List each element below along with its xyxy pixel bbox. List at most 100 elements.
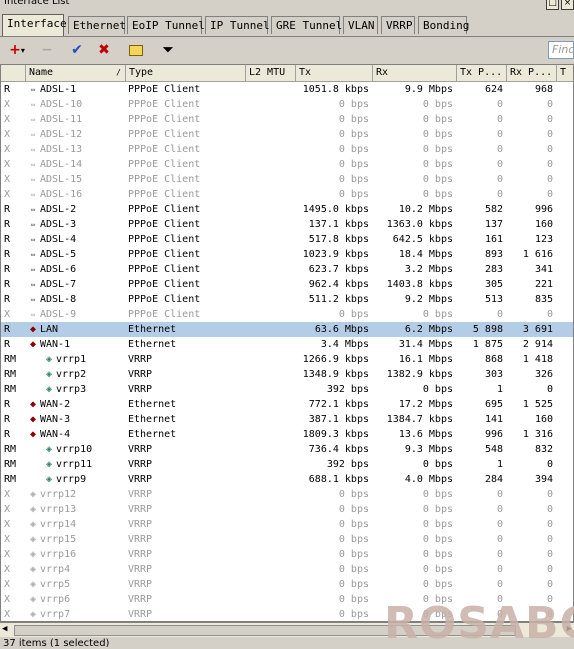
table-row[interactable]: R ◆ WAN-2 Ethernet 772.1 kbps 17.2 Mbps 695 1 5… xyxy=(1,397,573,412)
table-row[interactable]: X ◈ vrrp13 VRRP 0 bps 0 bps 0 0 xyxy=(1,502,573,517)
window-titlebar: Interface List □ × xyxy=(0,0,574,12)
table-row[interactable]: RM ◈ vrrp3 VRRP 392 bps 0 bps 1 0 xyxy=(1,382,573,397)
tab-gre-tunnel[interactable]: GRE Tunnel xyxy=(271,16,342,34)
table-row[interactable]: X ◈ vrrp12 VRRP 0 bps 0 bps 0 0 xyxy=(1,487,573,502)
enable-button[interactable]: ✔ xyxy=(66,39,88,61)
col-l2mtu[interactable]: L2 MTU xyxy=(246,65,296,81)
table-row[interactable]: RM ◈ vrrp11 VRRP 392 bps 0 bps 1 0 xyxy=(1,457,573,472)
table-row[interactable]: R ◆ LAN Ethernet 63.6 Mbps 6.2 Mbps 5 898 3 691 xyxy=(1,322,573,337)
table-row[interactable]: X ◈ vrrp5 VRRP 0 bps 0 bps 0 0 xyxy=(1,577,573,592)
cell-tx: 0 bps xyxy=(338,609,369,620)
table-row[interactable]: R ⇔ ADSL-2 PPPoE Client 1495.0 kbps 10.2 Mbps… xyxy=(1,202,573,217)
cell-tx: 962.4 kbps xyxy=(308,279,369,290)
table-row[interactable]: RM ◈ vrrp1 VRRP 1266.9 kbps 16.1 Mbps 868 1 418 xyxy=(1,352,573,367)
horizontal-scrollbar[interactable]: ◀ ▶ xyxy=(0,622,574,637)
tab-ethernet[interactable]: Ethernet xyxy=(68,16,126,34)
cell-txp: 305 xyxy=(484,279,503,290)
col-type[interactable]: Type xyxy=(126,65,246,81)
table-row[interactable]: R ⇔ ADSL-7 PPPoE Client 962.4 kbps 1403.8 kbp… xyxy=(1,277,573,292)
maximize-icon[interactable]: □ xyxy=(546,0,559,10)
table-row[interactable]: R ⇔ ADSL-3 PPPoE Client 137.1 kbps 1363.0 kbp… xyxy=(1,217,573,232)
col-rx-packets[interactable]: Rx P... xyxy=(507,65,557,81)
cell-flag: X xyxy=(4,114,11,125)
cell-txp: 284 xyxy=(484,474,503,485)
scroll-left-icon[interactable]: ◀ xyxy=(2,624,7,634)
scroll-right-icon[interactable]: ▶ xyxy=(567,624,572,634)
table-row[interactable]: R ⇔ ADSL-4 PPPoE Client 517.8 kbps 642.5 kbps… xyxy=(1,232,573,247)
cell-flag: R xyxy=(4,249,11,260)
table-row[interactable]: X ◈ vrrp6 VRRP 0 bps 0 bps 0 0 xyxy=(1,592,573,607)
table-row[interactable]: X ◈ vrrp15 VRRP 0 bps 0 bps 0 0 xyxy=(1,532,573,547)
table-row[interactable]: X ⇔ ADSL-11 PPPoE Client 0 bps 0 bps 0 0 xyxy=(1,112,573,127)
table-row[interactable]: X ◈ vrrp7 VRRP 0 bps 0 bps 0 0 xyxy=(1,607,573,621)
cell-rxp: 2 914 xyxy=(522,339,553,350)
col-tx[interactable]: Tx xyxy=(296,65,373,81)
tab-bonding[interactable]: Bonding xyxy=(418,16,469,34)
disable-button[interactable]: ✖ xyxy=(93,39,115,61)
vrrp-interface-icon: ◈ xyxy=(29,594,37,605)
close-icon[interactable]: × xyxy=(561,0,574,10)
table-row[interactable]: R ⇔ ADSL-8 PPPoE Client 511.2 kbps 9.2 Mbps 51… xyxy=(1,292,573,307)
cell-type: PPPoE Client xyxy=(128,159,201,170)
table-row[interactable]: R ⇔ ADSL-5 PPPoE Client 1023.9 kbps 18.4 Mbps… xyxy=(1,247,573,262)
scroll-thumb[interactable] xyxy=(14,625,516,636)
find-input[interactable]: Find xyxy=(548,41,574,59)
plus-icon: + xyxy=(9,42,21,58)
interface-name: vrrp11 xyxy=(56,459,93,470)
cell-tx: 0 bps xyxy=(338,489,369,500)
table-row[interactable]: X ⇔ ADSL-12 PPPoE Client 0 bps 0 bps 0 0 xyxy=(1,127,573,142)
tab-vrrp[interactable]: VRRP xyxy=(381,16,415,34)
cell-type: PPPoE Client xyxy=(128,204,201,215)
table-row[interactable]: R ⇔ ADSL-6 PPPoE Client 623.7 kbps 3.2 Mbps 28… xyxy=(1,262,573,277)
table-row[interactable]: X ◈ vrrp4 VRRP 0 bps 0 bps 0 0 xyxy=(1,562,573,577)
col-flag[interactable] xyxy=(1,65,26,81)
tab-interface[interactable]: Interface xyxy=(2,14,67,36)
table-row[interactable]: X ⇔ ADSL-16 PPPoE Client 0 bps 0 bps 0 0 xyxy=(1,187,573,202)
cell-rx: 0 bps xyxy=(422,384,453,395)
cell-rx: 0 bps xyxy=(422,594,453,605)
table-row[interactable]: X ⇔ ADSL-14 PPPoE Client 0 bps 0 bps 0 0 xyxy=(1,157,573,172)
comment-button[interactable] xyxy=(125,39,147,61)
interface-name-cell: ◆ WAN-3 xyxy=(26,412,126,427)
cell-rx: 0 bps xyxy=(422,99,453,110)
x-icon: ✖ xyxy=(98,42,110,58)
cell-type: VRRP xyxy=(128,459,153,470)
table-row[interactable]: RM ◈ vrrp2 VRRP 1348.9 kbps 1382.9 kbps 303 326 xyxy=(1,367,573,382)
cell-txp: 624 xyxy=(484,84,503,95)
table-row[interactable]: RM ◈ vrrp9 VRRP 688.1 kbps 4.0 Mbps 284 394 xyxy=(1,472,573,487)
table-row[interactable]: X ◈ vrrp14 VRRP 0 bps 0 bps 0 0 xyxy=(1,517,573,532)
tab-eoip-tunnel[interactable]: EoIP Tunnel xyxy=(127,16,205,34)
remove-button[interactable]: − xyxy=(36,39,58,61)
interface-name-cell: ⇔ ADSL-6 xyxy=(26,262,126,277)
table-row[interactable]: RM ◈ vrrp10 VRRP 736.4 kbps 9.3 Mbps 548 832 xyxy=(1,442,573,457)
filter-button[interactable]: ⏷ xyxy=(157,39,179,61)
cell-rx: 18.4 Mbps xyxy=(398,249,453,260)
cell-rx: 13.6 Mbps xyxy=(398,429,453,440)
vrrp-interface-icon: ◈ xyxy=(29,549,37,560)
tab-vlan[interactable]: VLAN xyxy=(343,16,378,34)
table-row[interactable]: R ⇔ ADSL-1 PPPoE Client 1051.8 kbps 9.9 Mbps 6… xyxy=(1,82,573,97)
col-name[interactable]: Name / xyxy=(26,65,126,81)
cell-tx: 0 bps xyxy=(338,144,369,155)
cell-rxp: 3 691 xyxy=(522,324,553,335)
cell-type: VRRP xyxy=(128,444,153,455)
table-row[interactable]: X ⇔ ADSL-9 PPPoE Client 0 bps 0 bps 0 0 xyxy=(1,307,573,322)
table-row[interactable]: X ⇔ ADSL-13 PPPoE Client 0 bps 0 bps 0 0 xyxy=(1,142,573,157)
col-t[interactable]: T xyxy=(557,65,573,81)
table-row[interactable]: X ◈ vrrp16 VRRP 0 bps 0 bps 0 0 xyxy=(1,547,573,562)
table-row[interactable]: R ◆ WAN-3 Ethernet 387.1 kbps 1384.7 kbps 141 1… xyxy=(1,412,573,427)
table-row[interactable]: X ⇔ ADSL-10 PPPoE Client 0 bps 0 bps 0 0 xyxy=(1,97,573,112)
interface-name: vrrp4 xyxy=(40,564,71,575)
cell-rxp: 0 xyxy=(546,594,553,605)
col-rx[interactable]: Rx xyxy=(373,65,457,81)
cell-type: VRRP xyxy=(128,504,153,515)
cell-flag: RM xyxy=(4,384,17,395)
cell-rxp: 394 xyxy=(534,474,553,485)
table-row[interactable]: X ⇔ ADSL-15 PPPoE Client 0 bps 0 bps 0 0 xyxy=(1,172,573,187)
interface-name-cell: ◈ vrrp14 xyxy=(26,517,126,532)
tab-ip-tunnel[interactable]: IP Tunnel xyxy=(205,16,270,34)
col-tx-packets[interactable]: Tx P... xyxy=(457,65,507,81)
table-row[interactable]: R ◆ WAN-1 Ethernet 3.4 Mbps 31.4 Mbps 1 875 2 9… xyxy=(1,337,573,352)
add-button[interactable]: + ▾ xyxy=(4,39,30,61)
table-row[interactable]: R ◆ WAN-4 Ethernet 1809.3 kbps 13.6 Mbps 996 1 … xyxy=(1,427,573,442)
